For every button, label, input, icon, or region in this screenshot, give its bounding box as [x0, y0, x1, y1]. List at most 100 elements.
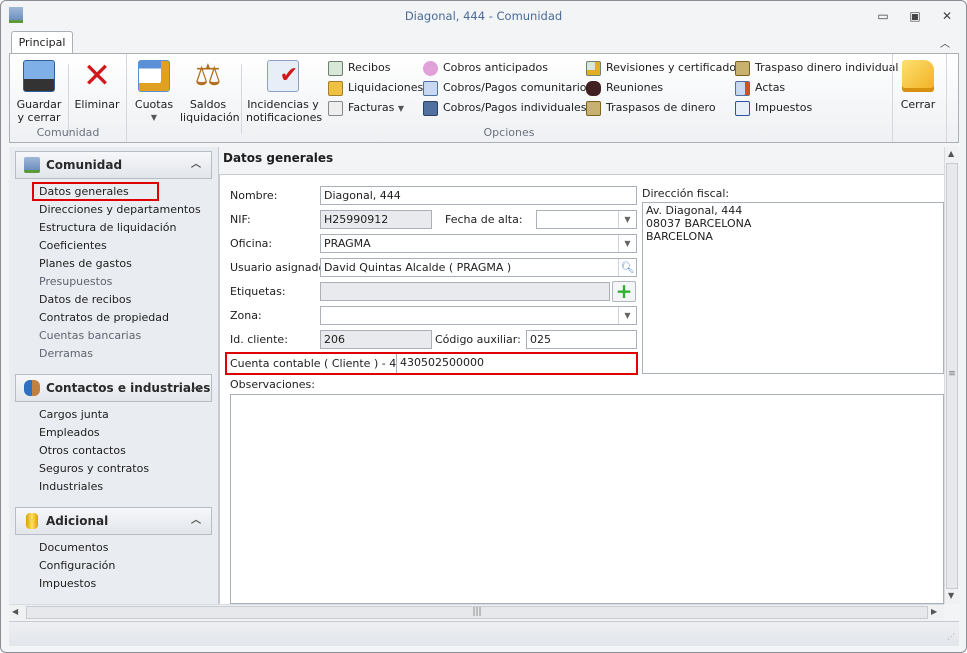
money-transfer-icon — [586, 100, 601, 116]
person-calculator-icon — [423, 100, 438, 116]
calculator-icon — [423, 80, 438, 96]
sidebar-item[interactable]: Derramas — [39, 345, 93, 363]
sidebar-item[interactable]: Coeficientes — [39, 237, 107, 255]
reuniones-button[interactable]: Reuniones — [586, 78, 742, 98]
sidebar-item[interactable]: Contratos de propiedad — [39, 309, 169, 327]
sidebar-item[interactable]: Otros contactos — [39, 442, 126, 460]
chevron-down-icon[interactable]: ▼ — [618, 307, 636, 324]
recibos-button[interactable]: Recibos — [328, 58, 423, 78]
revisiones-button[interactable]: Revisiones y certificados — [586, 58, 742, 78]
nombre-input[interactable]: Diagonal, 444 — [320, 186, 637, 205]
sidebar-item[interactable]: Estructura de liquidación — [39, 219, 176, 237]
saldos-button[interactable]: ⚖ Saldos liquidación — [180, 58, 240, 125]
cerrar-button[interactable]: Cerrar — [896, 58, 940, 111]
minutes-document-icon — [735, 80, 750, 96]
tax-icon — [735, 100, 750, 116]
id-cliente-input[interactable]: 206 — [320, 330, 432, 349]
collapse-ribbon-icon[interactable]: ︿ — [940, 35, 950, 50]
cobros-comunitarios-button[interactable]: Cobros/Pagos comunitarios — [423, 78, 592, 98]
section-contactos[interactable]: Contactos e industriales ︿ — [15, 374, 212, 402]
nif-label: NIF: — [230, 213, 251, 226]
maximize-button[interactable]: ▣ — [907, 9, 923, 23]
resize-grip-icon[interactable]: ⋰ — [947, 632, 955, 641]
observaciones-textarea[interactable] — [230, 394, 944, 604]
actas-button[interactable]: Actas — [735, 78, 898, 98]
oficina-dropdown[interactable]: PRAGMA ▼ — [320, 234, 637, 253]
sidebar-item[interactable]: Cargos junta — [39, 406, 109, 424]
sidebar-item[interactable]: Direcciones y departamentos — [39, 201, 201, 219]
sidebar-item[interactable]: Seguros y contratos — [39, 460, 149, 478]
liquidaciones-button[interactable]: Liquidaciones — [328, 78, 423, 98]
sidebar-item[interactable]: Planes de gastos — [39, 255, 132, 273]
etiquetas-input[interactable] — [320, 282, 610, 301]
tab-principal[interactable]: Principal — [11, 31, 73, 54]
calendar-coins-icon — [138, 60, 170, 92]
cuenta-contable-input[interactable]: 430502500000 — [396, 354, 636, 373]
traspaso-individual-button[interactable]: Traspaso dinero individual — [735, 58, 898, 78]
group-divider — [892, 54, 893, 142]
scroll-thumb[interactable]: ≡ — [946, 163, 958, 589]
guardar-button[interactable]: Guardar y cerrar — [14, 58, 64, 124]
eliminar-button[interactable]: ✕ Eliminar — [72, 58, 122, 111]
facturas-button[interactable]: Facturas ▼ — [328, 98, 423, 118]
invoice-icon — [328, 100, 343, 116]
add-tag-button[interactable]: + — [612, 281, 636, 302]
nombre-label: Nombre: — [230, 189, 278, 202]
sidebar-item[interactable]: Impuestos — [39, 575, 96, 593]
chevron-up-icon[interactable]: ︿ — [191, 508, 201, 534]
section-adicional[interactable]: Adicional ︿ — [15, 507, 212, 535]
section-comunidad[interactable]: Comunidad ︿ — [15, 151, 212, 179]
contacts-people-icon — [24, 380, 40, 396]
sidebar-item[interactable]: Documentos — [39, 539, 108, 557]
group-label-opciones: Opciones — [483, 126, 535, 139]
minimize-button[interactable]: ▭ — [875, 9, 891, 23]
traspasos-button[interactable]: Traspasos de dinero — [586, 98, 742, 118]
chevron-down-icon[interactable]: ▼ — [618, 235, 636, 252]
delete-x-icon: ✕ — [82, 56, 112, 96]
sidebar-item[interactable]: Empleados — [39, 424, 100, 442]
incidencias-button[interactable]: ✔ Incidencias y notificaciones — [246, 58, 322, 124]
chevron-up-icon[interactable]: ︿ — [191, 152, 201, 178]
impuestos-button[interactable]: Impuestos — [735, 98, 898, 118]
hscroll-thumb[interactable]: ||| — [26, 606, 928, 619]
vertical-scrollbar[interactable]: ▲ ≡ ▼ — [944, 147, 959, 604]
zona-dropdown[interactable]: ▼ — [320, 306, 637, 325]
window-title: Diagonal, 444 - Comunidad — [404, 9, 563, 23]
usuario-input[interactable]: David Quintas Alcalde ( PRAGMA ) 🔍︎ — [320, 258, 637, 277]
chevron-up-icon[interactable]: ︿ — [191, 375, 201, 401]
scroll-right-icon[interactable]: ▶ — [931, 607, 937, 616]
sidebar-item[interactable]: Industriales — [39, 478, 103, 496]
certificate-bell-icon — [586, 60, 601, 76]
cuotas-button[interactable]: Cuotas ▼ — [132, 58, 176, 124]
fecha-alta-dropdown[interactable]: ▼ — [536, 210, 637, 229]
money-transfer-person-icon — [735, 60, 750, 76]
clipboard-check-icon: ✔ — [267, 60, 299, 92]
scroll-left-icon[interactable]: ◀ — [12, 607, 18, 616]
horizontal-scrollbar[interactable]: ◀ ||| ▶ — [9, 604, 944, 620]
chevron-down-icon[interactable]: ▼ — [618, 211, 636, 228]
direccion-fiscal-textarea[interactable]: Av. Diagonal, 444 08037 BARCELONA BARCEL… — [642, 202, 944, 374]
divider — [68, 64, 69, 134]
sidebar-item[interactable]: Cuentas bancarias — [39, 327, 141, 345]
scroll-up-icon[interactable]: ▲ — [948, 149, 954, 158]
search-icon[interactable]: 🔍︎ — [618, 259, 636, 276]
plus-icon: + — [615, 279, 633, 303]
col-3: Revisiones y certificados Reuniones Tras… — [586, 58, 742, 118]
col-4: Traspaso dinero individual Actas Impuest… — [735, 58, 898, 118]
sidebar-item[interactable]: Configuración — [39, 557, 115, 575]
cobros-anticipados-button[interactable]: Cobros anticipados — [423, 58, 592, 78]
cobros-individuales-button[interactable]: Cobros/Pagos individuales — [423, 98, 592, 118]
zona-label: Zona: — [230, 309, 262, 322]
codigo-auxiliar-input[interactable]: 025 — [526, 330, 637, 349]
col-2: Cobros anticipados Cobros/Pagos comunita… — [423, 58, 592, 118]
nif-input[interactable]: H25990912 — [320, 210, 432, 229]
sidebar-item[interactable]: Datos de recibos — [39, 291, 131, 309]
scroll-down-icon[interactable]: ▼ — [948, 591, 954, 600]
close-button[interactable]: ✕ — [939, 9, 955, 23]
divider — [946, 54, 947, 142]
sidebar: Comunidad ︿ Datos generales Direcciones y … — [9, 147, 219, 604]
ribbon: Guardar y cerrar ✕ Eliminar Comunidad Cu… — [9, 53, 959, 143]
window: Diagonal, 444 - Comunidad ▭ ▣ ✕ ︿ Princi… — [0, 0, 967, 653]
sidebar-item[interactable]: Presupuestos — [39, 273, 112, 291]
id-cliente-label: Id. cliente: — [230, 333, 288, 346]
